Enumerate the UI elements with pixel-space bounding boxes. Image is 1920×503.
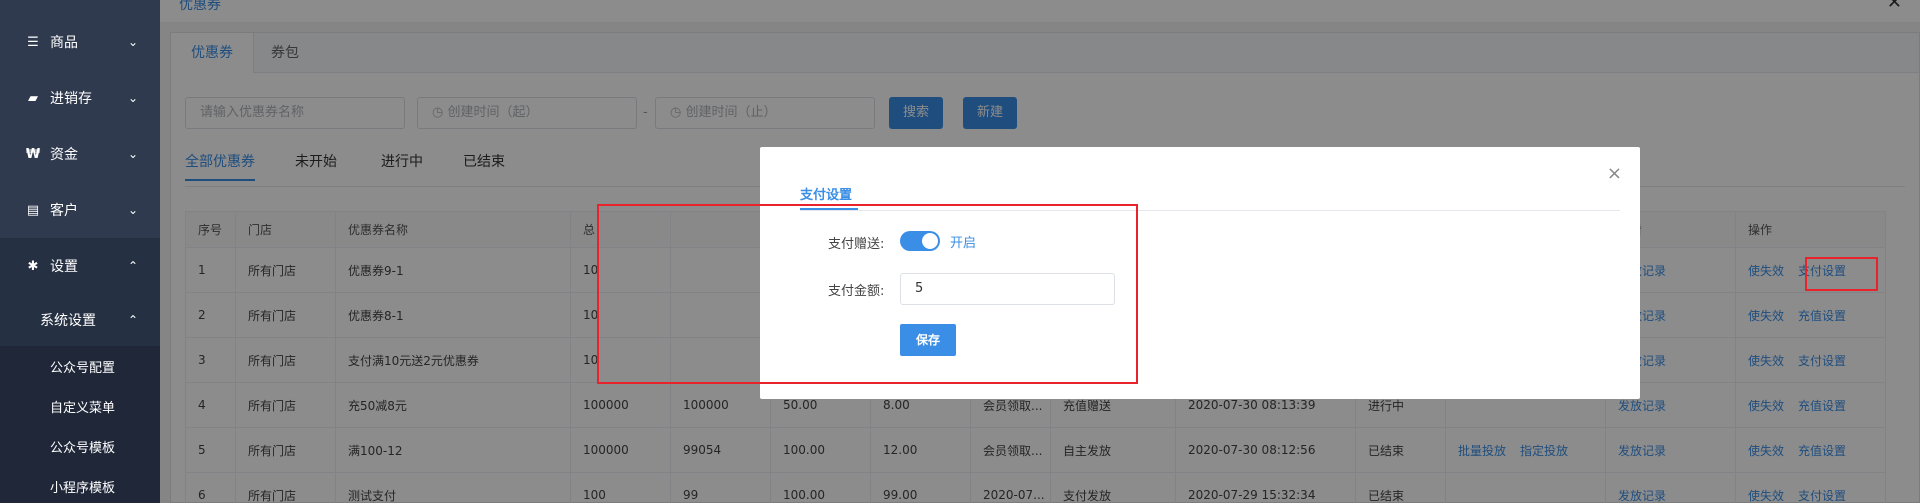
chevron-down-icon: ⌄ [127,91,138,105]
gear-icon: ✱ [27,258,39,274]
chevron-down-icon: ⌄ [127,147,138,161]
sidebar-item-label: 设置 [50,259,78,275]
sidebar-item-funds[interactable]: ₩ 资金 ⌄ [0,126,160,182]
won-icon: ₩ [25,146,41,162]
toggle-knob [922,233,938,249]
sidebar-leaf-custom-menu[interactable]: 自定义菜单 [0,386,160,426]
tab-payment-settings[interactable]: 支付设置 [800,184,852,203]
truck-icon: ▰ [28,90,38,106]
payment-amount-input[interactable]: 5 [900,273,1115,305]
chevron-down-icon: ⌄ [127,203,138,217]
sidebar-item-customers[interactable]: ▤ 客户 ⌄ [0,182,160,238]
sidebar: ☰ 商品 ⌄ ▰ 进销存 ⌄ ₩ 资金 ⌄ ▤ 客户 ⌄ ✱ 设置 ⌃ 系统设置… [0,0,160,503]
tab-underline [800,208,858,210]
sidebar-leaf-account-template[interactable]: 公众号模板 [0,426,160,466]
chevron-up-icon: ⌃ [127,313,138,327]
sidebar-leaf-miniprogram-template[interactable]: 小程序模板 [0,466,160,503]
sidebar-item-inventory[interactable]: ▰ 进销存 ⌄ [0,70,160,126]
chevron-down-icon: ⌄ [127,35,138,49]
payment-settings-dialog: × 支付设置 支付赠送: 开启 支付金额: 5 保存 [760,147,1640,399]
sidebar-leaf-official-account[interactable]: 公众号配置 [0,346,160,386]
divider [800,210,1620,211]
sidebar-item-system-settings[interactable]: 系统设置 ⌃ [0,294,160,346]
payment-gift-toggle[interactable] [900,231,940,251]
sidebar-item-label: 客户 [50,203,78,219]
list-icon: ☰ [27,34,39,50]
payment-amount-label: 支付金额: [828,284,885,299]
save-button[interactable]: 保存 [900,324,956,356]
sidebar-item-label: 商品 [50,35,78,51]
id-card-icon: ▤ [26,202,40,218]
sidebar-item-label: 资金 [50,147,78,163]
close-icon[interactable]: × [1607,165,1622,183]
toggle-state-text: 开启 [950,236,977,251]
sidebar-item-goods[interactable]: ☰ 商品 ⌄ [0,14,160,70]
modal-overlay[interactable]: × 支付设置 支付赠送: 开启 支付金额: 5 保存 [160,0,1920,503]
payment-gift-label: 支付赠送: [828,237,885,252]
sidebar-item-settings[interactable]: ✱ 设置 ⌃ [0,238,160,294]
sidebar-sub-label: 系统设置 [40,313,96,329]
chevron-up-icon: ⌃ [127,259,138,273]
sidebar-item-label: 进销存 [50,91,92,107]
